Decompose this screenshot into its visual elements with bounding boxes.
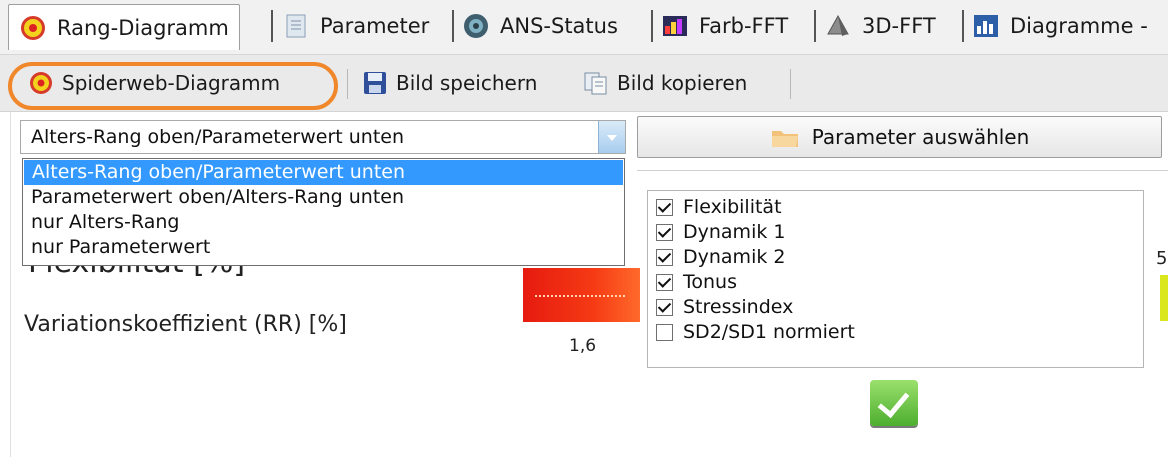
target-icon	[19, 14, 47, 42]
status-disc-icon	[462, 12, 490, 40]
checklist-label: Tonus	[683, 271, 737, 293]
checkbox[interactable]	[656, 323, 673, 341]
tab-separator	[271, 10, 273, 42]
tab-3d-fft[interactable]: 3D-FFT	[824, 6, 936, 46]
dropdown-option[interactable]: Alters-Rang oben/Parameterwert unten	[24, 160, 623, 185]
param-button-label: Parameter auswählen	[811, 125, 1030, 149]
checklist-label: Flexibilität	[683, 196, 782, 218]
3d-shape-icon	[824, 12, 852, 40]
confirm-checkmark-button[interactable]	[870, 380, 918, 426]
dropdown-option[interactable]: nur Alters-Rang	[23, 210, 624, 235]
tab-label: Parameter	[320, 14, 430, 38]
select-parameters-button[interactable]: Parameter auswählen	[637, 116, 1162, 158]
tab-label: ANS-Status	[500, 14, 618, 38]
save-image-button[interactable]: Bild speichern	[362, 67, 537, 99]
bar-ticks	[535, 295, 625, 297]
parameter-checklist: Flexibilität Dynamik 1 Dynamik 2 Tonus S…	[647, 190, 1144, 368]
checklist-item-dynamik-2[interactable]: Dynamik 2	[656, 245, 785, 269]
combo-selected-value: Alters-Rang oben/Parameterwert unten	[31, 126, 405, 148]
checklist-item-dynamik-1[interactable]: Dynamik 1	[656, 220, 785, 244]
tab-separator	[962, 10, 964, 42]
checklist-label: Dynamik 1	[683, 221, 786, 243]
bar-value: 1,6	[569, 336, 597, 356]
tab-bar: Rang-Diagramm Parameter ANS-Status Farb-…	[0, 0, 1168, 55]
tab-label: Farb-FFT	[699, 14, 789, 38]
checkbox[interactable]	[656, 198, 673, 216]
toolbar-separator	[347, 69, 348, 99]
panel-border	[637, 170, 1168, 171]
tab-ans-status[interactable]: ANS-Status	[462, 6, 618, 46]
display-mode-dropdown-list: Alters-Rang oben/Parameterwert unten Par…	[22, 158, 625, 266]
tab-label: Rang-Diagramm	[57, 15, 229, 40]
tab-label: 3D-FFT	[862, 14, 936, 38]
folder-icon	[770, 125, 800, 149]
bar-chart-icon	[972, 12, 1000, 40]
checkbox[interactable]	[656, 298, 673, 316]
tab-separator	[651, 10, 653, 42]
checklist-item-tonus[interactable]: Tonus	[656, 270, 737, 294]
checkbox[interactable]	[656, 273, 673, 291]
display-mode-combobox[interactable]: Alters-Rang oben/Parameterwert unten	[20, 120, 626, 154]
copy-image-button[interactable]: Bild kopieren	[583, 67, 747, 99]
color-chart-icon	[661, 12, 689, 40]
save-label: Bild speichern	[396, 71, 538, 95]
checklist-item-flexibilitaet[interactable]: Flexibilität	[656, 195, 782, 219]
chevron-down-icon[interactable]	[598, 121, 625, 153]
checklist-item-stressindex[interactable]: Stressindex	[656, 295, 793, 319]
tab-parameter[interactable]: Parameter	[282, 6, 429, 46]
copy-icon	[583, 70, 609, 96]
tab-label: Diagramme -	[1010, 14, 1148, 38]
checkbox[interactable]	[656, 223, 673, 241]
tab-rang-diagramm[interactable]: Rang-Diagramm	[8, 4, 240, 50]
dropdown-option[interactable]: nur Parameterwert	[23, 235, 624, 260]
checklist-label: SD2/SD1 normiert	[683, 321, 855, 343]
document-icon	[282, 12, 310, 40]
toolbar-separator	[790, 69, 791, 99]
variation-coefficient-label: Variationskoeffizient (RR) [%]	[24, 312, 347, 337]
edge-bar	[1160, 275, 1168, 321]
floppy-disk-icon	[362, 70, 388, 96]
tab-separator	[452, 10, 454, 42]
checklist-label: Stressindex	[683, 296, 794, 318]
tab-separator	[814, 10, 816, 42]
dropdown-option[interactable]: Parameterwert oben/Alters-Rang unten	[23, 185, 624, 210]
checklist-label: Dynamik 2	[683, 246, 786, 268]
highlight-annotation	[8, 62, 338, 110]
checkbox[interactable]	[656, 248, 673, 266]
checklist-item-sd2-sd1[interactable]: SD2/SD1 normiert	[656, 320, 855, 344]
panel-border	[10, 112, 11, 457]
tab-diagramme[interactable]: Diagramme -	[972, 6, 1148, 46]
rank-bar	[523, 268, 640, 322]
tab-farb-fft[interactable]: Farb-FFT	[661, 6, 788, 46]
copy-label: Bild kopieren	[617, 71, 748, 95]
edge-value: 5	[1156, 248, 1168, 269]
